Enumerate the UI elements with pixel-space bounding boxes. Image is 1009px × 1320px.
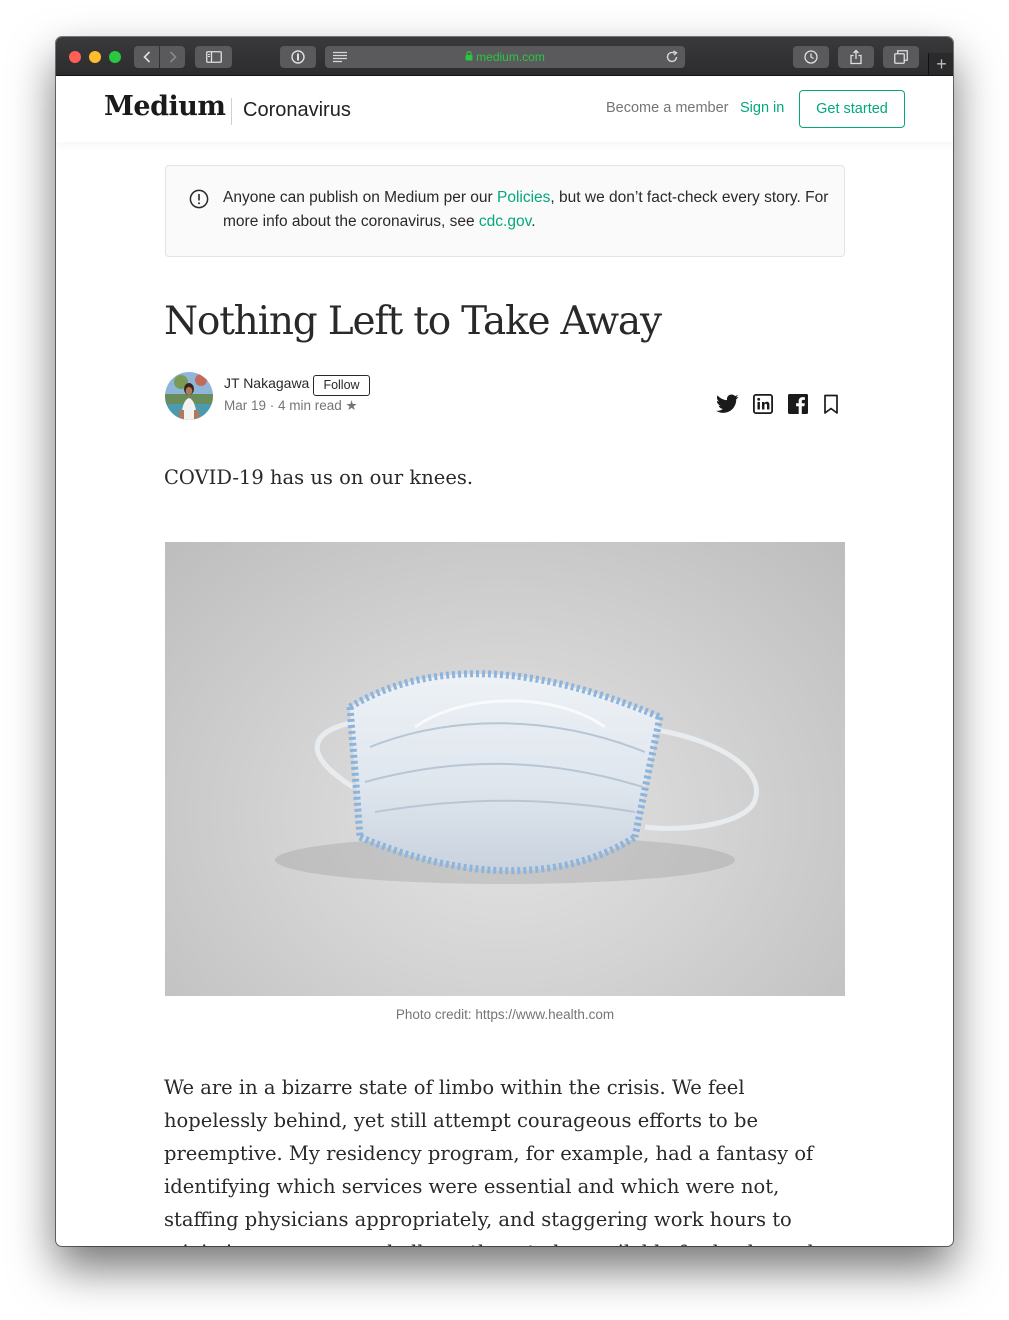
chevron-right-icon	[169, 51, 177, 63]
face-mask-image	[275, 670, 759, 884]
url-display: medium.com	[325, 46, 685, 68]
sidebar-icon	[205, 51, 222, 63]
author-name[interactable]: JT Nakagawa	[224, 375, 309, 391]
site-header: Medium Coronavirus Become a member Sign …	[56, 76, 953, 142]
sign-in-link[interactable]: Sign in	[740, 100, 784, 116]
article-title: Nothing Left to Take Away	[164, 299, 662, 344]
fact-check-notice: Anyone can publish on Medium per our Pol…	[165, 165, 845, 257]
get-started-button[interactable]: Get started	[799, 90, 905, 128]
chevron-left-icon	[142, 51, 150, 63]
medium-logo[interactable]: Medium	[104, 91, 226, 122]
url-text: medium.com	[476, 50, 545, 64]
notice-text-part: .	[531, 213, 536, 230]
photo-caption: Photo credit: https://www.health.com	[395, 1007, 615, 1022]
article-lead: COVID-19 has us on our knees.	[164, 466, 474, 489]
close-window-button[interactable]	[69, 51, 81, 63]
minimize-window-button[interactable]	[89, 51, 101, 63]
reload-icon[interactable]	[665, 50, 679, 64]
tabs-icon	[894, 50, 908, 64]
facebook-icon[interactable]	[788, 394, 808, 414]
article-body: We are in a bizarre state of limbo withi…	[164, 1076, 844, 1246]
password-manager-button[interactable]	[280, 46, 316, 68]
share-button[interactable]	[838, 46, 874, 68]
publication-name[interactable]: Coronavirus	[243, 99, 351, 122]
sidebar-toggle-button[interactable]	[195, 46, 232, 68]
forward-button[interactable]	[160, 46, 185, 68]
author-avatar[interactable]	[165, 372, 213, 420]
show-tabs-button[interactable]	[883, 46, 919, 68]
notice-text-part: Anyone can publish on Medium per our	[223, 189, 497, 206]
article-photo	[165, 542, 845, 996]
policies-link[interactable]: Policies	[497, 189, 550, 206]
lock-icon	[465, 46, 473, 68]
follow-button[interactable]: Follow	[313, 375, 370, 396]
bookmark-icon[interactable]	[823, 394, 839, 415]
browser-window: medium.com + Medium Coronavirus Become a…	[56, 37, 953, 1246]
zoom-window-button[interactable]	[109, 51, 121, 63]
article-meta: Mar 19 · 4 min read ★	[224, 398, 358, 413]
cdc-link[interactable]: cdc.gov	[479, 213, 531, 230]
password-manager-icon	[291, 50, 305, 64]
linkedin-icon[interactable]	[753, 394, 773, 414]
address-bar[interactable]: medium.com	[325, 46, 685, 68]
become-member-link[interactable]: Become a member	[606, 100, 729, 116]
history-button[interactable]	[793, 46, 829, 68]
browser-toolbar: medium.com +	[56, 37, 953, 76]
back-button[interactable]	[134, 46, 159, 68]
alert-circle-icon	[189, 189, 209, 209]
clock-icon	[804, 50, 818, 64]
share-icon	[850, 49, 862, 65]
new-tab-button[interactable]: +	[928, 53, 953, 75]
twitter-icon[interactable]	[716, 394, 739, 414]
header-divider	[231, 98, 232, 125]
notice-text: Anyone can publish on Medium per our Pol…	[223, 186, 833, 234]
